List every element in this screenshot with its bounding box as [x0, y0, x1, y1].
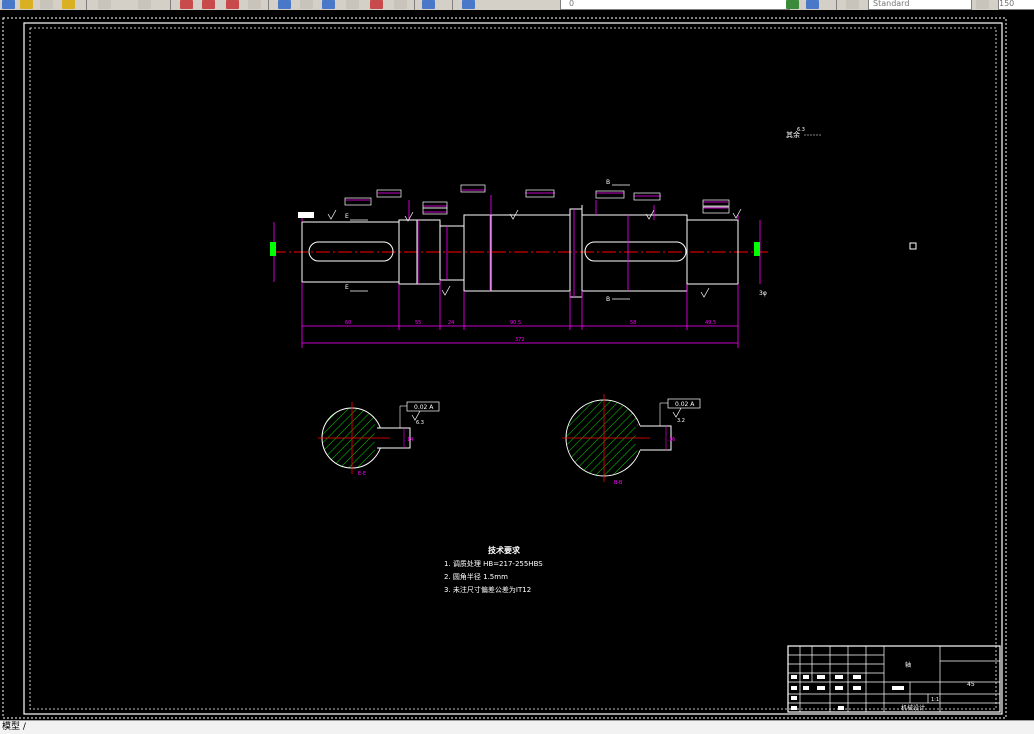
technical-requirements: 技术要求 1. 调质处理 HB=217-255HBS 2. 圆角半径 1.5mm… — [444, 545, 543, 594]
cursor-pickbox — [909, 242, 917, 250]
print-area — [29, 27, 997, 710]
shaft-segment-4 — [439, 225, 465, 281]
roughness-right-text: 3.2 — [677, 418, 685, 424]
tolerance-right-text: 0.02 A — [675, 401, 695, 408]
dim-49-5: 49.5 — [705, 320, 716, 326]
section-mark-e-top: E — [345, 213, 349, 220]
tech-note-2: 2. 圆角半径 1.5mm — [444, 572, 508, 581]
shaft-segment-5 — [463, 214, 492, 292]
shaft-collar — [569, 208, 583, 298]
text-style-icon[interactable] — [846, 0, 859, 9]
properties-icon[interactable] — [278, 0, 291, 9]
title-material: 45 — [967, 681, 975, 688]
calculator-icon[interactable] — [394, 0, 407, 9]
design-center-icon[interactable] — [300, 0, 313, 9]
tech-note-3: 3. 未注尺寸偏差公差为IT12 — [444, 585, 531, 594]
model-tab[interactable]: 模型 / — [2, 722, 26, 732]
tech-note-1: 1. 调质处理 HB=217-255HBS — [444, 559, 543, 568]
tool-palette-icon[interactable] — [322, 0, 335, 9]
markup-icon[interactable] — [370, 0, 383, 9]
drawing-svg: 其余 6.3 E E B B 3φ 60 55 24 90.5 58 49.5 … — [2, 17, 1007, 719]
pan-icon[interactable] — [180, 0, 193, 9]
datum-tag-left — [298, 212, 314, 218]
dim-24: 24 — [448, 320, 454, 326]
end-tag: 3φ — [759, 290, 767, 297]
drawing-frame — [23, 22, 1003, 715]
pen-icon[interactable] — [40, 0, 53, 9]
svg-text:6.3: 6.3 — [797, 127, 805, 133]
dim-style-icon[interactable] — [976, 0, 989, 9]
title-school: 机械设计 — [901, 704, 925, 712]
tolerance-left-text: 0.02 A — [414, 404, 434, 411]
help-icon[interactable] — [422, 0, 435, 9]
title-part-name: 轴 — [905, 661, 911, 669]
title-block-cells — [791, 675, 904, 710]
scale-combo-value: 150 — [999, 0, 1015, 8]
section-e-e: 14 0.02 A 6.3 E-E — [318, 401, 440, 477]
section-b-b: 16 0.02 A 3.2 B-B — [562, 394, 701, 486]
sheet-set-icon[interactable] — [346, 0, 359, 9]
section-mark-b-bottom: B — [606, 296, 610, 303]
layer-combo[interactable]: 0 — [560, 0, 790, 10]
keyway-width-right: 16 — [669, 437, 675, 443]
paper-boundary — [2, 17, 1007, 719]
keyway-width-left: 14 — [407, 437, 413, 443]
dim-58: 58 — [630, 320, 636, 326]
open-file-icon[interactable] — [20, 0, 33, 9]
text-style-combo[interactable]: Standard — [868, 0, 972, 10]
tech-notes-title: 技术要求 — [488, 545, 521, 555]
section-label-e-e: E-E — [358, 471, 366, 477]
redo-icon[interactable] — [138, 0, 151, 9]
zoom-window-icon[interactable] — [226, 0, 239, 9]
layer-previous-icon[interactable] — [786, 0, 799, 9]
dim-55: 55 — [415, 320, 421, 326]
section-mark-b-top: B — [606, 179, 610, 186]
shaft-segment-7 — [581, 214, 688, 292]
new-file-icon[interactable] — [2, 0, 15, 9]
dim-overall: 372 — [515, 337, 525, 343]
text-style-combo-value: Standard — [873, 0, 910, 8]
shaft-segment-6 — [490, 214, 571, 292]
undo-icon[interactable] — [98, 0, 111, 9]
layer-manager-icon[interactable] — [462, 0, 475, 9]
dim-90-5: 90.5 — [510, 320, 521, 326]
dim-60: 60 — [345, 320, 351, 326]
section-label-b-b: B-B — [614, 480, 623, 486]
section-mark-e-bottom: E — [345, 284, 349, 291]
layer-states-icon[interactable] — [806, 0, 819, 9]
title-scale: 1:1 — [931, 697, 939, 703]
roughness-left-text: 6.3 — [416, 420, 424, 426]
shaft-main-view: E E B B 3φ 60 55 24 90.5 58 49.5 372 — [270, 179, 768, 348]
zoom-previous-icon[interactable] — [248, 0, 261, 9]
roughness-remainder: 其余 6.3 — [786, 127, 822, 139]
brush-icon[interactable] — [62, 0, 75, 9]
layout-tab-bar[interactable]: 模型 / — [0, 720, 1034, 734]
scale-combo[interactable]: 150 — [998, 0, 1034, 10]
layer-combo-value: 0 — [569, 0, 575, 8]
drawing-canvas[interactable]: 其余 6.3 E E B B 3φ 60 55 24 90.5 58 49.5 … — [0, 10, 1034, 720]
zoom-realtime-icon[interactable] — [202, 0, 215, 9]
